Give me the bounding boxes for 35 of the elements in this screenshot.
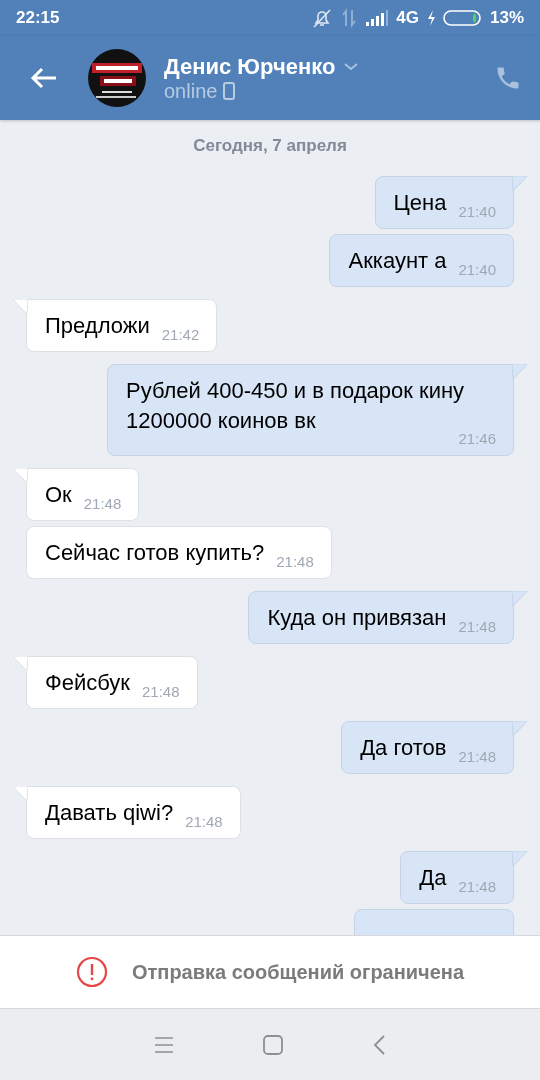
message-time: 21:48 <box>83 495 122 512</box>
date-divider: Сегодня, 7 апреля <box>193 136 347 156</box>
message-text: Фейсбук <box>45 669 130 697</box>
data-arrows-icon <box>340 8 359 28</box>
message-text: Давать qiwi? <box>45 799 174 827</box>
message-text: Аккаунт а <box>348 247 447 275</box>
message-text: Куда он привязан <box>267 604 447 632</box>
chevron-down-icon[interactable] <box>343 61 360 72</box>
message-time: 21:48 <box>142 683 180 700</box>
signal-icon <box>365 9 390 27</box>
message-text: Да готов <box>360 734 447 762</box>
message-time: 21:48 <box>185 813 223 830</box>
battery-icon <box>442 9 483 27</box>
message-time: 21:48 <box>458 748 496 765</box>
message-text: Предложи <box>45 312 150 340</box>
network-type: 4G <box>396 8 419 28</box>
message-time: 21:40 <box>458 261 496 278</box>
message-time: 21:40 <box>458 203 496 220</box>
message-time: 21:48 <box>458 618 496 635</box>
phone-device-icon <box>223 82 236 100</box>
message-text: Ок <box>45 481 72 509</box>
bolt-icon <box>425 9 436 27</box>
message-text: Да <box>419 864 447 892</box>
message-time: 21:48 <box>458 878 496 895</box>
contact-name: Денис Юрченко <box>164 53 336 80</box>
message-text: Сейчас готов купить? <box>45 539 265 567</box>
battery-percent: 13% <box>489 8 524 28</box>
status-time: 22:15 <box>16 8 60 28</box>
notice-text: Отправка сообщений ограничена <box>131 960 465 984</box>
message-time: 21:48 <box>276 553 314 570</box>
online-status: online <box>164 79 218 103</box>
message-time: 21:42 <box>161 326 200 343</box>
warning-icon <box>75 956 108 988</box>
message-text: Цена <box>393 189 447 217</box>
bell-off-icon <box>311 7 334 29</box>
